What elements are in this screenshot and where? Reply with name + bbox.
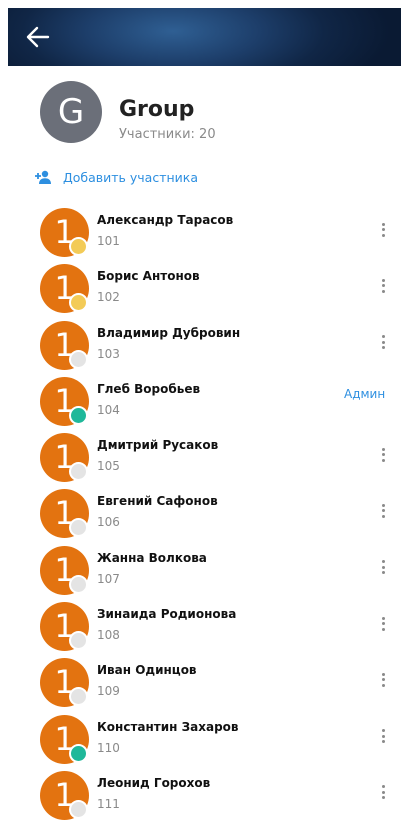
menu-dot bbox=[381, 335, 385, 339]
member-list: 1 Александр Тарасов 101 1 Борис Антонов 102 1 В… bbox=[8, 204, 401, 822]
menu-dot bbox=[381, 622, 385, 626]
app-bar bbox=[8, 8, 401, 66]
menu-dot bbox=[381, 571, 385, 575]
menu-dot bbox=[381, 514, 385, 518]
group-header: G Group Участники: 20 bbox=[8, 66, 401, 166]
member-name: Евгений Сафонов bbox=[97, 494, 218, 509]
member-row[interactable]: 1 Леонид Горохов 111 bbox=[8, 767, 401, 822]
admin-badge: Админ bbox=[344, 386, 386, 401]
member-row[interactable]: 1 Евгений Сафонов 106 bbox=[8, 485, 401, 541]
status-indicator bbox=[69, 405, 88, 425]
more-vert-icon[interactable] bbox=[377, 614, 389, 636]
menu-dot bbox=[381, 616, 385, 620]
menu-dot bbox=[381, 447, 385, 451]
member-row[interactable]: 1 Александр Тарасов 101 bbox=[8, 204, 401, 260]
member-extension: 111 bbox=[97, 796, 120, 811]
more-vert-icon[interactable] bbox=[377, 727, 389, 749]
member-row[interactable]: 1 Глеб Воробьев 104 Админ bbox=[8, 373, 401, 429]
status-indicator bbox=[69, 574, 88, 594]
more-vert-icon[interactable] bbox=[377, 501, 389, 523]
more-vert-icon[interactable] bbox=[377, 220, 389, 242]
more-vert-icon[interactable] bbox=[377, 445, 389, 467]
member-row[interactable]: 1 Жанна Волкова 107 bbox=[8, 542, 401, 598]
member-row[interactable]: 1 Борис Антонов 102 bbox=[8, 260, 401, 316]
member-name: Александр Тарасов bbox=[97, 213, 234, 227]
member-extension: 108 bbox=[97, 628, 120, 643]
status-indicator bbox=[69, 237, 88, 256]
member-row[interactable]: 1 Владимир Дубровин 103 bbox=[8, 317, 401, 373]
add-person-icon bbox=[35, 170, 51, 184]
menu-dot bbox=[381, 284, 385, 288]
member-extension: 103 bbox=[97, 346, 120, 361]
member-extension: 101 bbox=[97, 234, 120, 248]
member-extension: 104 bbox=[97, 402, 120, 417]
menu-dot bbox=[381, 278, 385, 282]
group-name: Group bbox=[119, 97, 195, 122]
menu-dot bbox=[381, 453, 385, 457]
back-button[interactable] bbox=[24, 23, 52, 51]
group-members-screen: G Group Участники: 20 Добавить участника… bbox=[8, 8, 401, 822]
menu-dot bbox=[381, 346, 385, 350]
member-name: Константин Захаров bbox=[97, 719, 239, 734]
menu-dot bbox=[381, 683, 385, 687]
member-extension: 110 bbox=[97, 740, 120, 755]
menu-dot bbox=[381, 627, 385, 631]
member-extension: 107 bbox=[97, 571, 120, 586]
more-vert-icon[interactable] bbox=[377, 783, 389, 805]
member-name: Глеб Воробьев bbox=[97, 381, 201, 396]
menu-dot bbox=[381, 233, 385, 237]
member-row[interactable]: 1 Зинаида Родионова 108 bbox=[8, 598, 401, 654]
member-extension: 106 bbox=[97, 515, 120, 530]
member-name: Жанна Волкова bbox=[97, 550, 207, 565]
group-avatar: G bbox=[40, 81, 102, 143]
menu-dot bbox=[381, 509, 385, 513]
more-vert-icon[interactable] bbox=[377, 670, 389, 692]
member-row[interactable]: 1 Дмитрий Русаков 105 bbox=[8, 429, 401, 485]
status-indicator bbox=[69, 462, 88, 482]
menu-dot bbox=[381, 458, 385, 462]
member-name: Зинаида Родионова bbox=[97, 607, 237, 622]
add-member-label: Добавить участника bbox=[63, 169, 198, 185]
menu-dot bbox=[381, 672, 385, 676]
member-extension: 105 bbox=[97, 459, 120, 474]
arrow-left-icon bbox=[26, 26, 50, 48]
menu-dot bbox=[381, 560, 385, 564]
member-name: Иван Одинцов bbox=[97, 663, 197, 678]
menu-dot bbox=[381, 740, 385, 744]
menu-dot bbox=[381, 340, 385, 344]
member-row[interactable]: 1 Константин Захаров 110 bbox=[8, 711, 401, 767]
menu-dot bbox=[381, 729, 385, 733]
menu-dot bbox=[381, 228, 385, 231]
status-indicator bbox=[69, 687, 88, 707]
status-indicator bbox=[69, 799, 88, 819]
status-indicator bbox=[69, 743, 88, 763]
member-name: Борис Антонов bbox=[97, 269, 200, 284]
member-name: Владимир Дубровин bbox=[97, 325, 241, 340]
member-extension: 102 bbox=[97, 290, 120, 305]
member-extension: 109 bbox=[97, 684, 120, 699]
menu-dot bbox=[381, 565, 385, 569]
menu-dot bbox=[381, 503, 385, 507]
member-name: Леонид Горохов bbox=[97, 775, 211, 790]
status-indicator bbox=[69, 518, 88, 538]
more-vert-icon[interactable] bbox=[377, 333, 389, 355]
menu-dot bbox=[381, 222, 385, 226]
menu-dot bbox=[381, 734, 385, 738]
menu-dot bbox=[381, 796, 385, 800]
status-indicator bbox=[69, 631, 88, 651]
status-indicator bbox=[69, 349, 88, 369]
menu-dot bbox=[381, 785, 385, 789]
member-count: Участники: 20 bbox=[119, 127, 216, 142]
more-vert-icon[interactable] bbox=[377, 558, 389, 580]
menu-dot bbox=[381, 289, 385, 293]
member-row[interactable]: 1 Иван Одинцов 109 bbox=[8, 654, 401, 710]
member-name: Дмитрий Русаков bbox=[97, 438, 219, 453]
add-member-button[interactable]: Добавить участника bbox=[34, 166, 198, 188]
menu-dot bbox=[381, 790, 385, 794]
menu-dot bbox=[381, 678, 385, 682]
more-vert-icon[interactable] bbox=[377, 276, 389, 298]
status-indicator bbox=[69, 293, 88, 313]
